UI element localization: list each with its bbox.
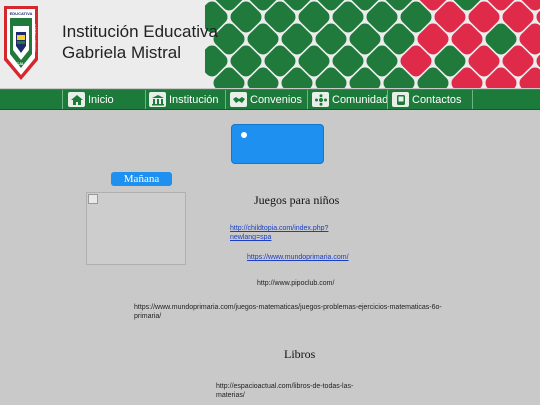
games-heading: Juegos para niños (254, 193, 340, 207)
svg-text:EDUCATIVA: EDUCATIVA (10, 11, 33, 16)
site-header: EDUCATIVA CALI GABRIELA MISTRAL Instituc… (0, 0, 540, 88)
decorative-tile-pattern (205, 0, 540, 88)
nav-separator (62, 90, 63, 109)
svg-text:CALI: CALI (16, 61, 25, 66)
nav-item-comunidad[interactable]: Comunidad (312, 90, 388, 109)
nav-item-institucion[interactable]: Institución (149, 90, 219, 109)
nav-label-inicio: Inicio (88, 93, 114, 106)
text-espacioactual: http://espacioactual.com/libros-de-todas… (216, 383, 354, 399)
nav-label-contactos: Contactos (412, 93, 462, 106)
broken-image-placeholder (86, 192, 186, 265)
building-icon (149, 92, 166, 107)
shift-badge[interactable]: Mañana (111, 172, 172, 186)
school-name-line1: Institución Educativa (62, 22, 218, 41)
broken-image-icon (88, 194, 98, 204)
link-childtopia[interactable]: http://childtopia.com/index.php?newlang=… (230, 224, 340, 242)
text-pipoclub: http://www.pipoclub.com/ (257, 280, 335, 287)
dot-icon (241, 132, 247, 138)
link-mundoprimaria[interactable]: https://www.mundoprimaria.com/ (247, 253, 355, 262)
phone-icon (392, 92, 409, 107)
nav-label-institucion: Institución (169, 93, 219, 106)
nav-item-inicio[interactable]: Inicio (68, 90, 114, 109)
home-icon (68, 92, 85, 107)
handshake-icon (230, 92, 247, 107)
main-navigation: Inicio Institución Convenios Comunidad C… (0, 89, 540, 110)
featured-button[interactable] (231, 124, 324, 164)
nav-item-contactos[interactable]: Contactos (392, 90, 462, 109)
nav-separator (145, 90, 146, 109)
svg-text:GABRIELA MISTRAL: GABRIELA MISTRAL (33, 24, 37, 53)
school-crest-logo[interactable]: EDUCATIVA CALI GABRIELA MISTRAL (2, 4, 40, 82)
nav-item-convenios[interactable]: Convenios (230, 90, 302, 109)
books-heading: Libros (284, 347, 316, 361)
community-icon (312, 92, 329, 107)
school-name: Institución Educativa Gabriela Mistral (62, 21, 218, 63)
nav-label-convenios: Convenios (250, 93, 302, 106)
school-name-line2: Gabriela Mistral (62, 43, 182, 62)
nav-label-comunidad: Comunidad (332, 93, 389, 106)
nav-separator (307, 90, 308, 109)
text-mundoprimaria-juegos: https://www.mundoprimaria.com/juegos-mat… (134, 304, 442, 320)
nav-separator (472, 90, 473, 109)
nav-separator (387, 90, 388, 109)
nav-separator (225, 90, 226, 109)
